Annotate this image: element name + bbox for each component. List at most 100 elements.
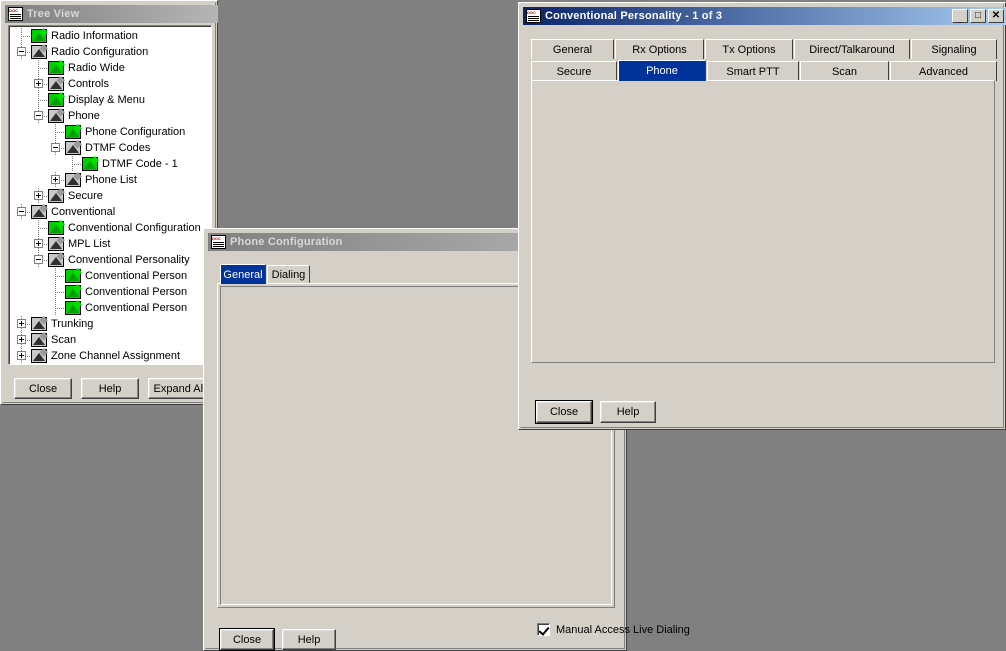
- tree-item-label: Conventional Person: [85, 302, 188, 314]
- manual-access-live-dialing-checkbox[interactable]: [537, 623, 550, 636]
- tree-item[interactable]: Radio Information: [31, 28, 138, 44]
- tree-expand-button[interactable]: [17, 351, 26, 360]
- personality-close-label: Close: [549, 406, 579, 418]
- tree-node-icon: [31, 29, 47, 43]
- tab-direct-talkaround[interactable]: Direct/Talkaround: [794, 39, 910, 59]
- tree-item[interactable]: DTMF Codes: [65, 140, 150, 156]
- tree-expand-all-button[interactable]: Expand All: [148, 378, 211, 399]
- tree-connector-line: [38, 228, 47, 229]
- tree-item-label: Radio Wide: [68, 62, 125, 74]
- tab-smart-ptt[interactable]: Smart PTT: [707, 61, 799, 81]
- tree-item[interactable]: Controls: [48, 76, 109, 92]
- personality-close-button[interactable]: Close: [535, 400, 593, 424]
- tree-connector-line: [55, 132, 64, 133]
- conventional-personality-titlebar[interactable]: Conventional Personality - 1 of 3 _ □ ✕: [523, 7, 1006, 25]
- phone-config-help-button[interactable]: Help: [282, 629, 336, 650]
- tree-expand-all-label: Expand All: [153, 382, 206, 395]
- tree-collapse-button[interactable]: [34, 255, 43, 264]
- close-icon: ✕: [991, 10, 1001, 21]
- tree-expand-button[interactable]: [51, 175, 60, 184]
- tree-expand-button[interactable]: [34, 191, 43, 200]
- tree-item[interactable]: Conventional Configuration: [48, 220, 201, 236]
- tree-collapse-button[interactable]: [34, 111, 43, 120]
- tree-item-label: Radio Information: [51, 30, 138, 42]
- tree-expand-button[interactable]: [34, 239, 43, 248]
- tree-item[interactable]: Conventional Personality: [48, 252, 190, 268]
- tab-general[interactable]: General: [531, 39, 614, 59]
- tab-dialing[interactable]: Dialing: [267, 265, 310, 284]
- tree-item[interactable]: Zone Channel Assignment: [31, 348, 180, 364]
- tree-item[interactable]: Trunking: [31, 316, 93, 332]
- tab-advanced[interactable]: Advanced: [890, 61, 997, 81]
- tree-item[interactable]: Conventional: [31, 204, 115, 220]
- tab-phone[interactable]: Phone: [618, 60, 706, 81]
- tree-pane[interactable]: Radio Information Radio Configuration Radi…: [8, 25, 212, 365]
- tree-item[interactable]: Secure: [48, 188, 103, 204]
- tree-view-titlebar[interactable]: Tree View: [5, 5, 218, 23]
- phone-config-close-button[interactable]: Close: [219, 628, 275, 651]
- minimize-button[interactable]: _: [952, 9, 968, 23]
- tree-collapse-button[interactable]: [17, 47, 26, 56]
- tree-connector-line: [38, 100, 47, 101]
- tree-item[interactable]: Phone: [48, 108, 100, 124]
- tree-item-label: Scan: [51, 334, 77, 346]
- personality-help-label: Help: [616, 406, 640, 418]
- tree-node-icon: [48, 93, 64, 107]
- tab-tx-options[interactable]: Tx Options: [705, 39, 793, 59]
- tree-item[interactable]: Conventional Person: [65, 284, 187, 300]
- tree-close-button[interactable]: Close: [14, 378, 72, 399]
- tree-item-label: Conventional: [51, 206, 116, 218]
- tree-item[interactable]: Radio Configuration: [31, 44, 148, 60]
- tree-item[interactable]: Radio Wide: [48, 60, 125, 76]
- tree-close-label: Close: [28, 382, 58, 395]
- tree-node-icon: [82, 157, 98, 171]
- maximize-button[interactable]: □: [970, 9, 986, 23]
- tab-label: General: [552, 43, 593, 56]
- tab-label: Advanced: [919, 65, 968, 78]
- close-button[interactable]: ✕: [988, 9, 1004, 23]
- tree-item-label: Controls: [68, 78, 109, 90]
- window-controls: _ □ ✕: [952, 9, 1004, 23]
- personality-tabstrip-row1: General Rx Options Tx Options Direct/Talkar…: [531, 38, 997, 59]
- tab-signaling[interactable]: Signaling: [911, 39, 997, 59]
- tree-node-icon: [48, 61, 64, 75]
- tree-item[interactable]: Scan: [31, 332, 76, 348]
- tree-item-label: DTMF Code - 1: [102, 158, 178, 170]
- tab-rx-options[interactable]: Rx Options: [615, 39, 704, 59]
- tree-item[interactable]: DTMF Code - 1: [82, 156, 178, 172]
- tree-collapse-button[interactable]: [17, 207, 26, 216]
- tab-label: Secure: [556, 65, 592, 78]
- tree-connector-line: [21, 36, 30, 37]
- tab-general[interactable]: General: [220, 264, 266, 284]
- tree-item[interactable]: Conventional Person: [65, 300, 187, 316]
- tree-connector-line: [55, 308, 64, 309]
- tree-expand-button[interactable]: [17, 319, 26, 328]
- tree-item[interactable]: Conventional Person: [65, 268, 187, 284]
- document-icon: [211, 235, 226, 249]
- tree-item-label: Conventional Configuration: [68, 222, 201, 234]
- tree-item[interactable]: Phone List: [65, 172, 137, 188]
- tree-collapse-button[interactable]: [51, 143, 60, 152]
- tab-label: Smart PTT: [726, 65, 780, 78]
- tree-node-icon: [31, 45, 47, 59]
- tree-item[interactable]: Phone Configuration: [65, 124, 185, 140]
- tab-scan[interactable]: Scan: [800, 61, 889, 81]
- tree-help-label: Help: [98, 382, 122, 395]
- tree-item-label: Zone Channel Assignment: [51, 350, 181, 362]
- tab-dialing-label: Dialing: [271, 269, 306, 281]
- phone-configuration-title: Phone Configuration: [230, 236, 343, 248]
- tab-secure[interactable]: Secure: [531, 61, 617, 81]
- personality-help-button[interactable]: Help: [600, 401, 656, 423]
- tree-item-label: Phone List: [85, 174, 137, 186]
- tree-node-icon: [31, 349, 47, 363]
- tree-connector-line: [55, 276, 64, 277]
- manual-access-live-dialing-row[interactable]: Manual Access Live Dialing: [537, 623, 690, 636]
- tree-expand-button[interactable]: [17, 335, 26, 344]
- tree-expand-button[interactable]: [34, 79, 43, 88]
- manual-access-live-dialing-label: Manual Access Live Dialing: [556, 623, 690, 636]
- tree-item[interactable]: Display & Menu: [48, 92, 145, 108]
- tree-node-icon: [31, 205, 47, 219]
- tree-help-button[interactable]: Help: [81, 378, 139, 399]
- personality-tabpage: [531, 80, 995, 363]
- tree-item[interactable]: MPL List: [48, 236, 110, 252]
